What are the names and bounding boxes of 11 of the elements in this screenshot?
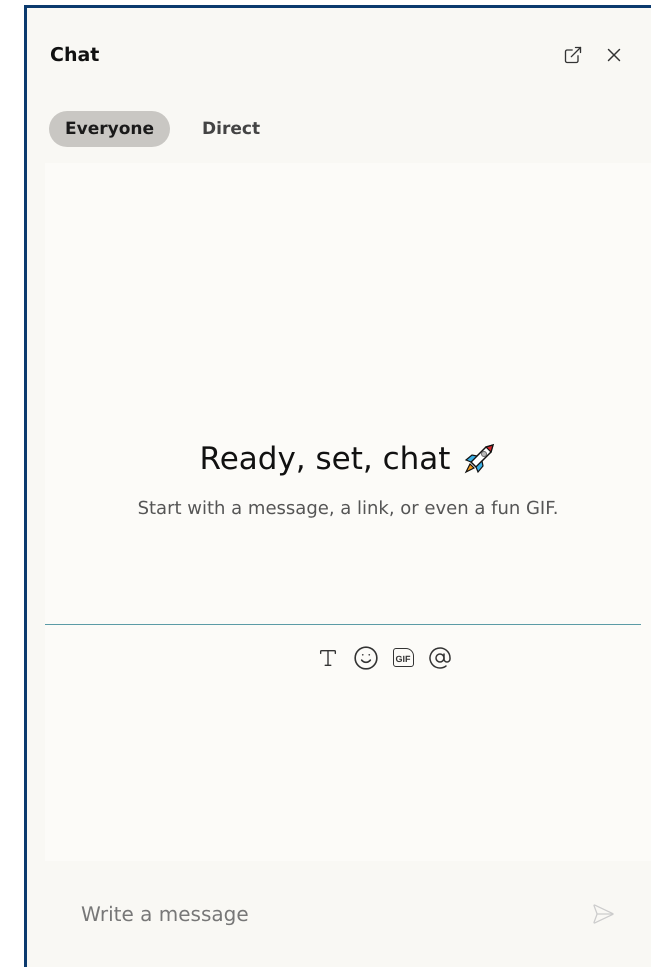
panel-title: Chat <box>50 44 100 66</box>
mention-icon[interactable] <box>428 646 452 670</box>
rocket-icon <box>462 442 496 476</box>
tab[interactable]: Direct <box>186 111 276 147</box>
tab[interactable]: Everyone <box>49 111 170 147</box>
emoji-icon[interactable] <box>352 644 378 671</box>
gif-button[interactable]: GIF <box>392 648 414 668</box>
empty-state-heading: Ready, set, chat <box>200 441 450 478</box>
message-input[interactable]: Write a message <box>79 901 591 927</box>
pop-out-icon[interactable] <box>563 45 583 65</box>
empty-state-text: Start with a message, a link, or even a fun GIF. <box>138 497 558 522</box>
